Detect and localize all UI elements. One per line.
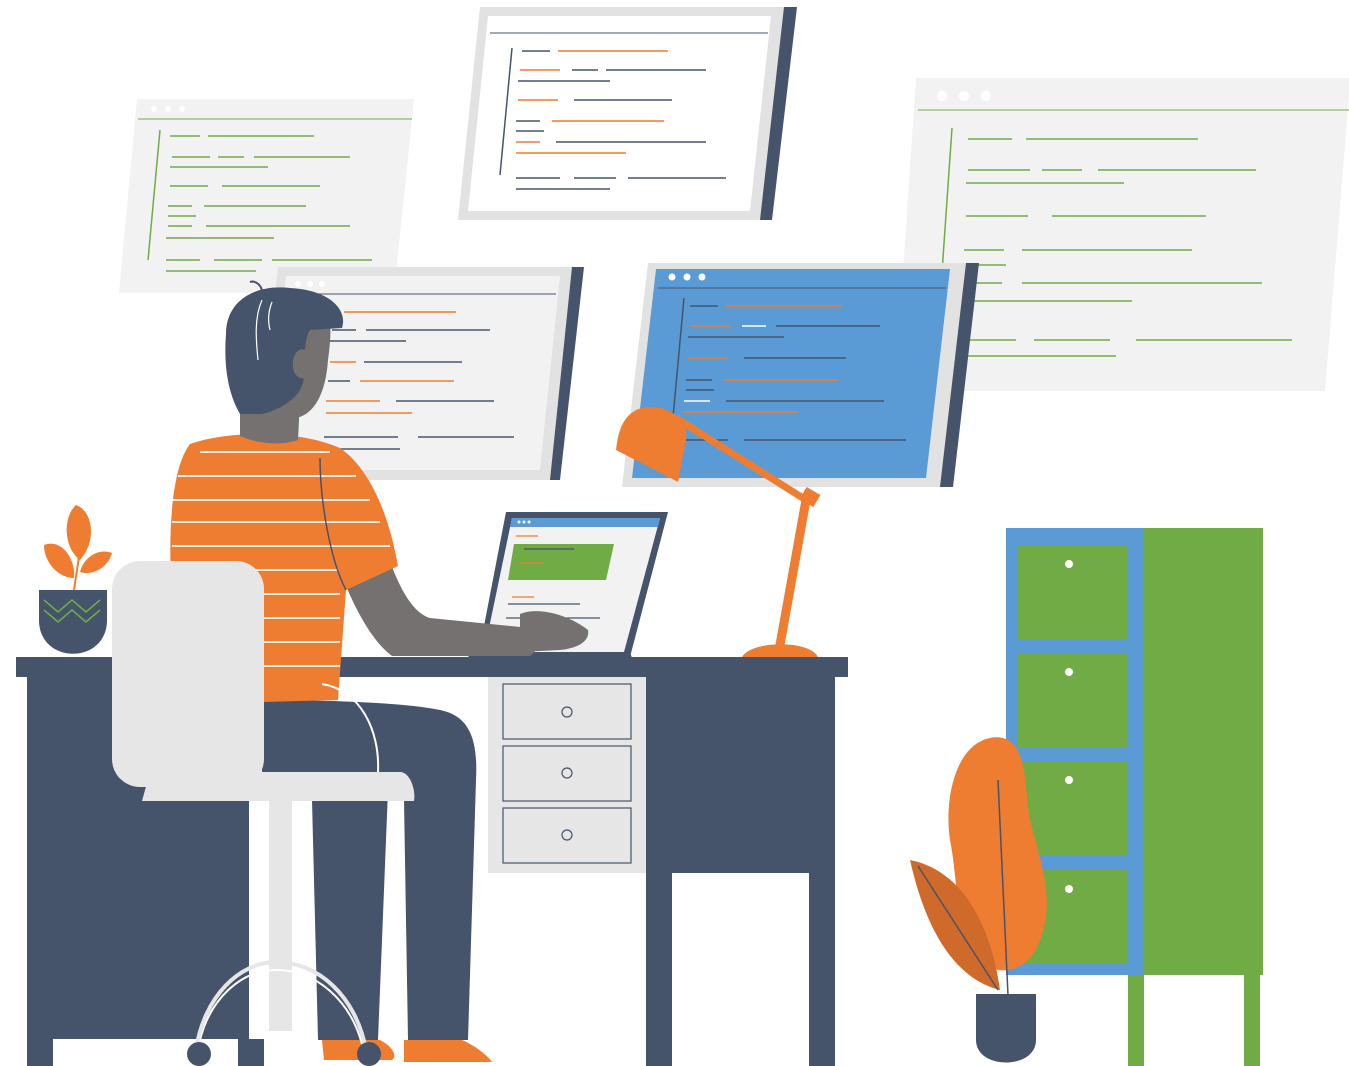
code-window-top-center	[458, 7, 797, 220]
desk-drawer	[502, 807, 632, 864]
desk-drawer	[502, 745, 632, 802]
cabinet-drawer	[1018, 654, 1128, 748]
cabinet-drawer	[1018, 546, 1128, 640]
code-window-top-left	[119, 99, 414, 293]
filing-cabinet	[1006, 528, 1263, 1066]
desk-drawer	[502, 683, 632, 740]
workspace-illustration	[16, 7, 1349, 1066]
desk-plant	[39, 505, 112, 654]
